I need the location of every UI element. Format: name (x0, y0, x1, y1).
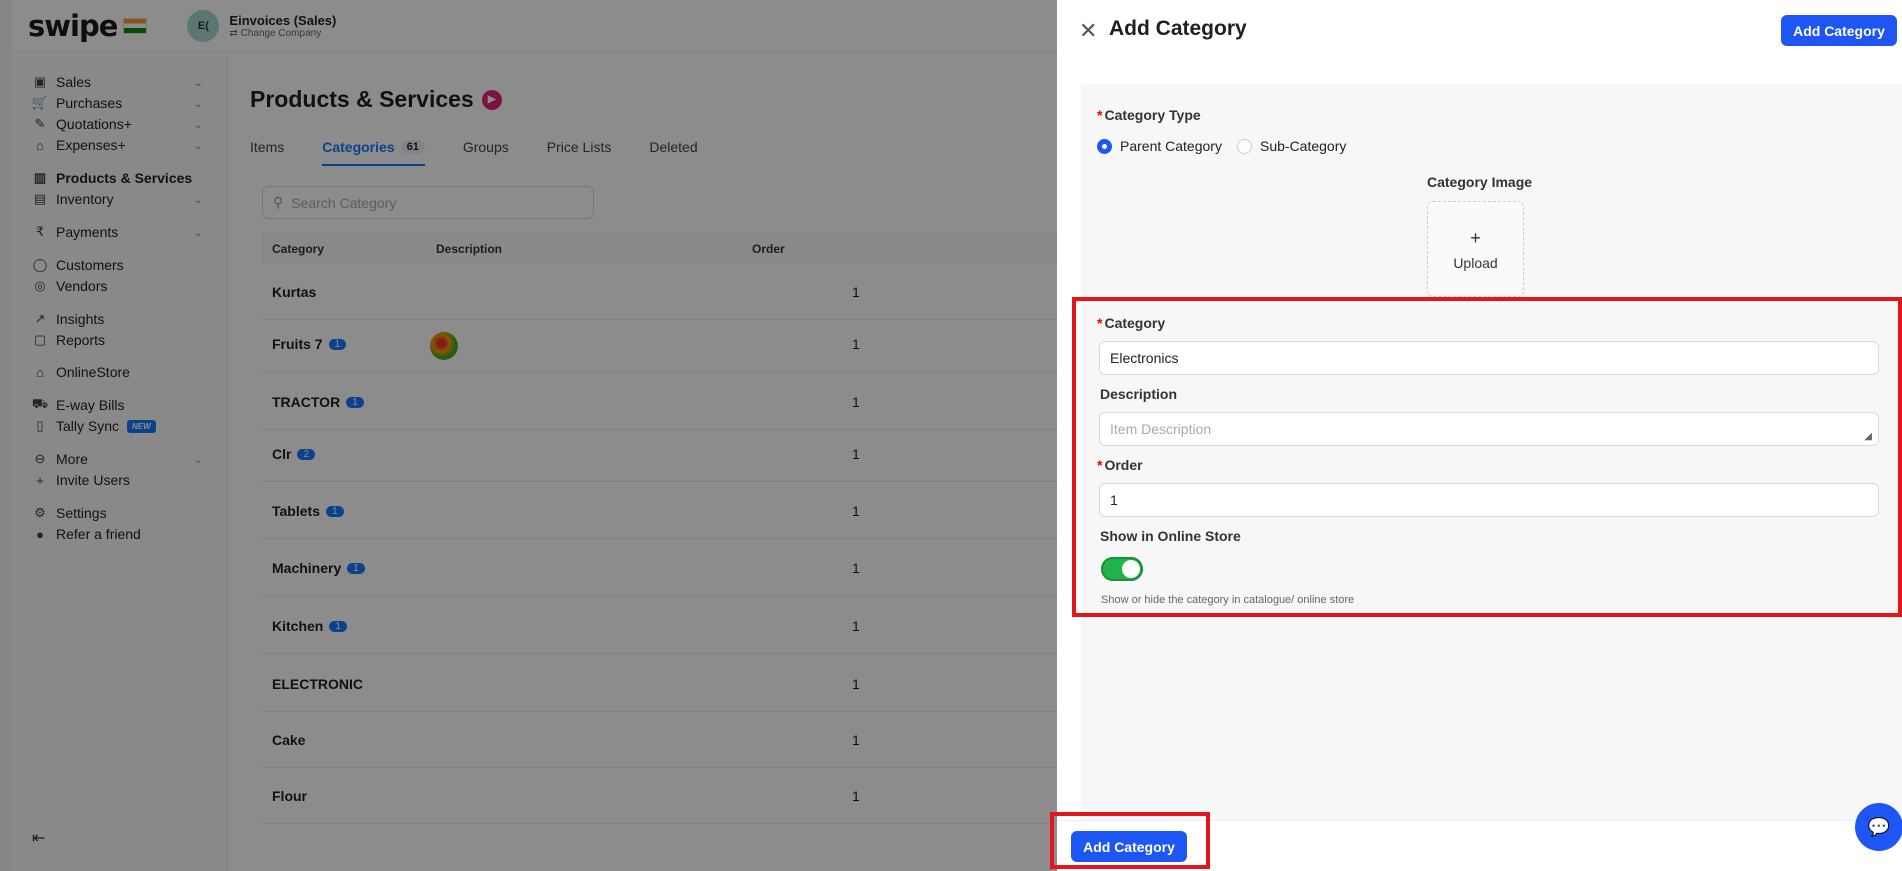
modal-overlay[interactable] (0, 0, 1057, 871)
radio-parent-label: Parent Category (1120, 138, 1222, 154)
category-image-label: Category Image (1427, 174, 1533, 190)
add-category-top-button[interactable]: Add Category (1781, 15, 1897, 46)
highlight-submit-box (1050, 812, 1210, 869)
upload-label: Upload (1453, 254, 1498, 271)
close-icon[interactable]: ✕ (1079, 18, 1097, 44)
plus-icon: + (1470, 227, 1481, 248)
category-type-label: * Category Type (1097, 107, 1201, 123)
category-type-label-text: Category Type (1104, 107, 1201, 123)
radio-sub-category[interactable]: Sub-Category (1237, 138, 1346, 154)
radio-unchecked-icon (1237, 138, 1252, 154)
drawer-title: Add Category (1109, 17, 1247, 40)
chat-support-icon[interactable]: 💬 (1855, 803, 1902, 851)
upload-image-button[interactable]: + Upload (1427, 201, 1524, 297)
drawer-header: ✕ Add Category Add Category (1057, 0, 1902, 60)
highlight-form-box (1072, 297, 1902, 617)
app-root: swipe E( Einvoices (Sales) ⇄ Change Comp… (0, 0, 1902, 871)
radio-parent-category[interactable]: Parent Category (1097, 138, 1222, 154)
radio-checked-icon (1097, 138, 1112, 154)
radio-sub-label: Sub-Category (1260, 138, 1347, 154)
